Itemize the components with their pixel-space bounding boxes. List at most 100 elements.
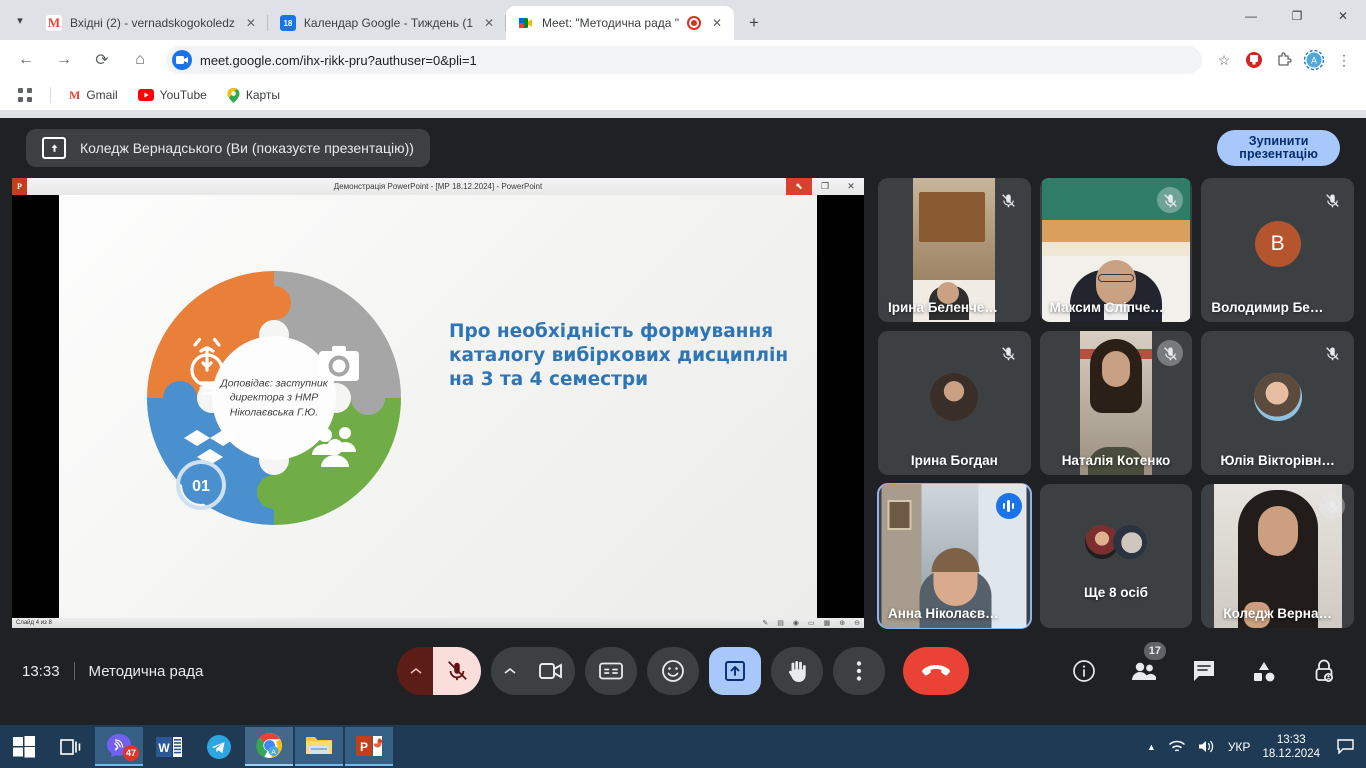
pen-icon[interactable]: ✎ bbox=[762, 619, 768, 627]
language-indicator[interactable]: УКР bbox=[1228, 740, 1251, 754]
close-window-button[interactable]: ✕ bbox=[1320, 0, 1366, 32]
zoom-out-icon[interactable]: ⊖ bbox=[854, 619, 860, 627]
forward-icon[interactable]: → bbox=[49, 45, 79, 75]
chrome-app[interactable]: A bbox=[245, 727, 293, 766]
task-view-button[interactable] bbox=[48, 725, 94, 768]
notes-icon[interactable]: ▭ bbox=[808, 619, 815, 627]
microphone-options-chevron-icon[interactable] bbox=[397, 647, 435, 695]
powerpoint-window-controls: ⬉ ❐ ✕ bbox=[786, 178, 864, 195]
participant-tile[interactable]: Юлія Вікторівн… bbox=[1201, 331, 1354, 475]
bookmark-gmail[interactable]: M Gmail bbox=[61, 85, 126, 106]
telegram-app[interactable] bbox=[195, 727, 243, 766]
wifi-icon[interactable] bbox=[1168, 740, 1186, 754]
clock[interactable]: 13:33 18.12.2024 bbox=[1262, 733, 1320, 761]
file-explorer-app[interactable] bbox=[295, 727, 343, 766]
tray-overflow-arrow-icon[interactable]: ▲ bbox=[1147, 742, 1156, 752]
tab-title: Вхідні (2) - vernadskogokoledz bbox=[70, 16, 235, 30]
people-button[interactable]: 17 bbox=[1124, 651, 1164, 691]
end-call-button[interactable] bbox=[903, 647, 969, 695]
activities-button[interactable] bbox=[1244, 651, 1284, 691]
meeting-details-button[interactable] bbox=[1064, 651, 1104, 691]
avatar[interactable]: A bbox=[1300, 46, 1328, 74]
slide-center-text: Доповідає: заступник директора з НМР Нік… bbox=[212, 376, 336, 419]
address-bar[interactable]: meet.google.com/ihx-rikk-pru?authuser=0&… bbox=[166, 46, 1202, 74]
svg-text:A: A bbox=[271, 749, 276, 756]
chrome-menu-icon[interactable]: ⋮ bbox=[1330, 46, 1358, 74]
powerpoint-app[interactable]: P bbox=[345, 727, 393, 766]
mic-off-icon bbox=[1319, 493, 1345, 519]
back-icon[interactable]: ← bbox=[11, 45, 41, 75]
stop-presenting-button[interactable]: Зупинити презентацію bbox=[1217, 130, 1340, 166]
word-app[interactable]: W bbox=[145, 727, 193, 766]
shared-screen[interactable]: P Демонстрація PowerPoint - [МР 18.12.20… bbox=[12, 178, 864, 628]
more-options-button[interactable] bbox=[833, 647, 885, 695]
volume-icon[interactable] bbox=[1198, 739, 1216, 754]
participant-tile-active-speaker[interactable]: Анна Ніколаєв… bbox=[878, 484, 1031, 628]
present-button[interactable] bbox=[709, 647, 761, 695]
bookmark-label: Карты bbox=[246, 88, 280, 102]
presentation-slide: 01 Доповідає: заступник директора з НМР … bbox=[59, 195, 817, 618]
window-controls: — ❐ ✕ bbox=[1228, 0, 1366, 40]
participant-tile[interactable]: Ірина Богдан bbox=[878, 331, 1031, 475]
extensions-puzzle-icon[interactable] bbox=[1270, 46, 1298, 74]
svg-text:W: W bbox=[158, 741, 170, 755]
microphone-button[interactable] bbox=[433, 647, 481, 695]
participant-name: Володимир Бе… bbox=[1211, 300, 1323, 315]
tab-search-chevron-icon[interactable]: ▾ bbox=[6, 0, 34, 40]
ppt-cursor-highlight[interactable]: ⬉ bbox=[786, 178, 812, 195]
close-icon[interactable]: ✕ bbox=[243, 15, 259, 31]
avatar-initial: В bbox=[1271, 232, 1285, 256]
pointer-icon[interactable]: ◉ bbox=[793, 619, 799, 627]
powerpoint-title-bar: P Демонстрація PowerPoint - [МР 18.12.20… bbox=[12, 178, 864, 195]
emoji-button[interactable] bbox=[647, 647, 699, 695]
participant-name: Ірина Беленче… bbox=[888, 300, 998, 315]
tab-title: Meet: "Методична рада " bbox=[542, 16, 679, 30]
close-icon[interactable]: ✕ bbox=[709, 15, 725, 31]
participant-tile[interactable]: Ірина Беленче… bbox=[878, 178, 1031, 322]
reload-icon[interactable]: ⟳ bbox=[87, 45, 117, 75]
participant-name: Коледж Верна… bbox=[1201, 606, 1354, 621]
bookmark-maps[interactable]: Карты bbox=[219, 85, 288, 106]
grid-icon[interactable]: ▦ bbox=[824, 619, 831, 627]
ppt-close-button[interactable]: ✕ bbox=[838, 178, 864, 195]
captions-button[interactable] bbox=[585, 647, 637, 695]
maximize-button[interactable]: ❐ bbox=[1274, 0, 1320, 32]
host-controls-button[interactable] bbox=[1304, 651, 1344, 691]
start-button[interactable] bbox=[0, 725, 48, 768]
more-participants-tile[interactable]: Ще 8 осіб bbox=[1040, 484, 1193, 628]
participant-name: Ірина Богдан bbox=[878, 453, 1031, 468]
minimize-button[interactable]: — bbox=[1228, 0, 1274, 32]
viber-app[interactable]: 47 bbox=[95, 727, 143, 766]
adblock-icon[interactable] bbox=[1240, 46, 1268, 74]
mic-off-icon bbox=[996, 340, 1022, 366]
apps-grid-icon[interactable] bbox=[10, 85, 40, 105]
gmail-icon: M bbox=[46, 15, 62, 31]
camera-options-chevron-icon[interactable] bbox=[491, 647, 529, 695]
ppt-restore-button[interactable]: ❐ bbox=[812, 178, 838, 195]
bookmark-youtube[interactable]: YouTube bbox=[130, 85, 215, 105]
svg-text:A: A bbox=[1311, 56, 1317, 66]
participant-tile[interactable]: Наталія Котенко bbox=[1040, 331, 1193, 475]
home-icon[interactable]: ⌂ bbox=[125, 45, 155, 75]
meeting-clock: 13:33 bbox=[22, 663, 60, 680]
browser-tab-calendar[interactable]: 18 Календар Google - Тиждень (1 ✕ bbox=[268, 6, 506, 40]
browser-tab-gmail[interactable]: M Вхідні (2) - vernadskogokoledz ✕ bbox=[34, 6, 268, 40]
participant-name: Максим Сліпче… bbox=[1050, 300, 1164, 315]
presentation-banner: Коледж Вернадського (Ви (показуєте презе… bbox=[0, 118, 1366, 178]
participant-tile[interactable]: В Володимир Бе… bbox=[1201, 178, 1354, 322]
notifications-icon[interactable] bbox=[1332, 725, 1358, 768]
close-icon[interactable]: ✕ bbox=[481, 15, 497, 31]
clock-time: 13:33 bbox=[1262, 733, 1320, 747]
bookmark-star-icon[interactable]: ☆ bbox=[1210, 46, 1238, 74]
zoom-in-icon[interactable]: ⊕ bbox=[839, 619, 845, 627]
participant-tile[interactable]: Максим Сліпче… bbox=[1040, 178, 1193, 322]
new-tab-button[interactable]: + bbox=[740, 9, 768, 37]
raise-hand-button[interactable] bbox=[771, 647, 823, 695]
participant-tile[interactable]: Коледж Верна… bbox=[1201, 484, 1354, 628]
chat-button[interactable] bbox=[1184, 651, 1224, 691]
camera-button[interactable] bbox=[527, 647, 575, 695]
divider bbox=[50, 87, 51, 103]
slides-icon[interactable]: ▤ bbox=[777, 619, 784, 627]
browser-tab-meet[interactable]: Meet: "Методична рада " ✕ bbox=[506, 6, 734, 40]
slide-counter: Слайд 4 из 8 bbox=[16, 620, 52, 626]
